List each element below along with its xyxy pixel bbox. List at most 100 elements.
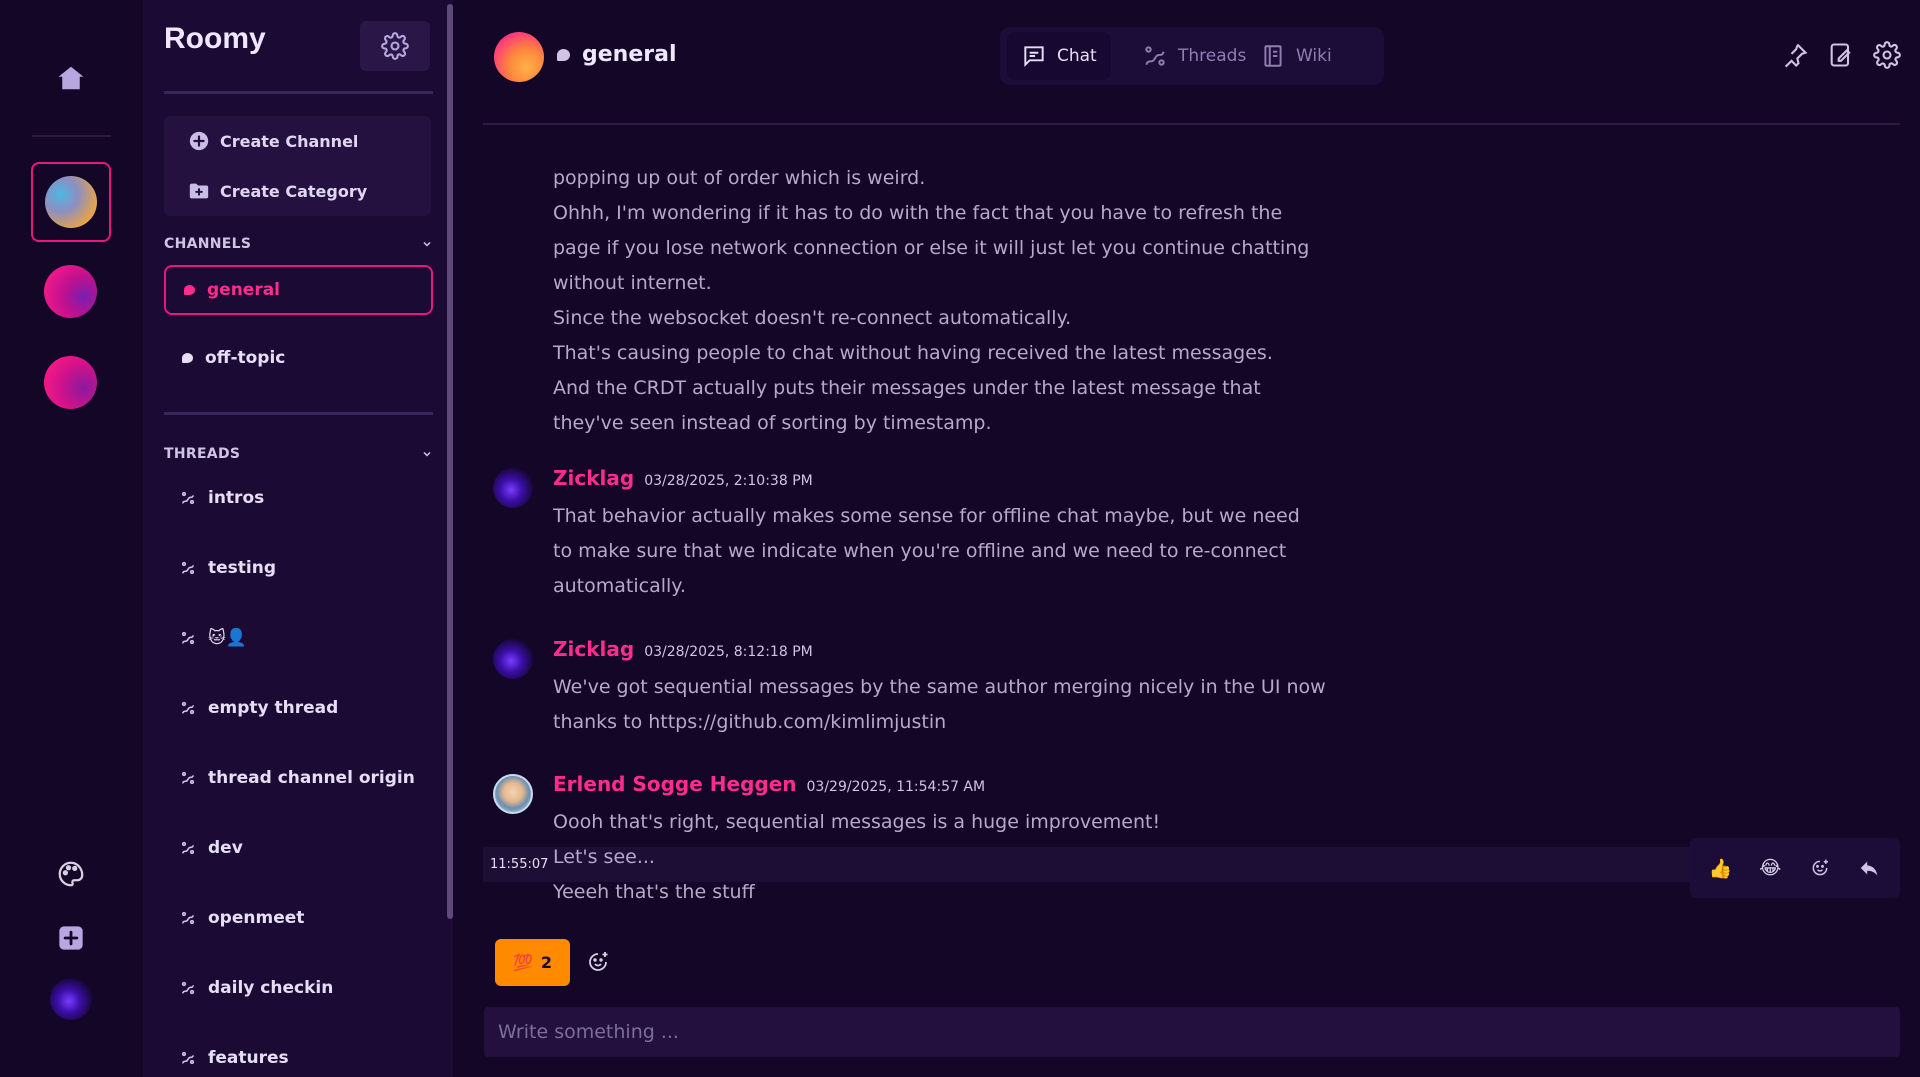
- message-line: Ohhh, I'm wondering if it has to do with…: [553, 202, 1283, 224]
- thread-label: dev: [208, 838, 243, 858]
- message-header: Erlend Sogge Heggen 03/29/2025, 11:54:57 …: [553, 772, 985, 796]
- message-line: Let's see...: [553, 846, 655, 868]
- message-header: Zicklag 03/28/2025, 2:10:38 PM: [553, 466, 813, 490]
- message-line: We've got sequential messages by the sam…: [553, 676, 1326, 698]
- theme-button[interactable]: [56, 859, 86, 889]
- thread-item[interactable]: thread channel origin: [164, 758, 433, 798]
- message-hover-toolbar: 👍 😂: [1690, 838, 1900, 898]
- channel-item-general[interactable]: general: [164, 265, 433, 315]
- thread-item[interactable]: empty thread: [164, 688, 433, 728]
- channel-label: off-topic: [205, 348, 286, 368]
- channel-actions: Create Channel Create Category: [164, 116, 431, 216]
- author-name[interactable]: Zicklag: [553, 466, 634, 490]
- add-reaction-button[interactable]: [1802, 850, 1838, 886]
- thumbs-up-reaction-button[interactable]: 👍: [1703, 850, 1739, 886]
- message-line: Yeeeh that's the stuff: [553, 881, 755, 903]
- message-header: Zicklag 03/28/2025, 8:12:18 PM: [553, 637, 813, 661]
- threads-section-header[interactable]: THREADS: [164, 443, 433, 465]
- message-composer[interactable]: [484, 1007, 1900, 1057]
- message-line: And the CRDT actually puts their message…: [553, 377, 1261, 399]
- reply-icon: [1861, 861, 1878, 876]
- gear-icon: [381, 32, 409, 60]
- author-avatar[interactable]: [493, 774, 533, 814]
- reaction-emoji: 💯: [512, 953, 533, 972]
- thread-icon: [181, 701, 195, 715]
- space-button-active[interactable]: [31, 162, 111, 242]
- thread-icon: [181, 561, 195, 575]
- space-button[interactable]: [44, 265, 97, 318]
- hover-timestamp: 11:55:07: [490, 857, 549, 872]
- plus-circle-icon: [189, 131, 209, 151]
- space-settings-button[interactable]: [360, 21, 430, 71]
- thread-item[interactable]: daily checkin: [164, 968, 433, 1008]
- home-button[interactable]: [51, 58, 91, 98]
- thread-item[interactable]: features: [164, 1038, 433, 1077]
- palette-icon: [58, 861, 84, 887]
- channels-heading: CHANNELS: [164, 236, 252, 252]
- thread-label: thread channel origin: [208, 768, 415, 788]
- create-channel-button[interactable]: Create Channel: [188, 123, 358, 159]
- laugh-reaction-button[interactable]: 😂: [1752, 850, 1788, 886]
- app-name: Roomy: [164, 22, 266, 55]
- space-button[interactable]: [44, 356, 97, 409]
- author-avatar[interactable]: [493, 639, 533, 679]
- create-channel-label: Create Channel: [220, 131, 359, 151]
- reaction-badge[interactable]: 💯 2: [495, 939, 570, 986]
- sidebar-divider: [164, 412, 433, 415]
- chat-main: general Chat Threads Wiki ‍: [453, 0, 1920, 1077]
- space-rail: [0, 0, 143, 1077]
- add-reaction-inline-button[interactable]: [586, 950, 612, 976]
- author-name[interactable]: Zicklag: [553, 637, 634, 661]
- message-line: thanks to https://github.com/kimlimjusti…: [553, 711, 947, 733]
- author-name[interactable]: Erlend Sogge Heggen: [553, 772, 797, 796]
- message-input[interactable]: [498, 1007, 1886, 1057]
- thread-label: daily checkin: [208, 978, 334, 998]
- thread-label: empty thread: [208, 698, 339, 718]
- thread-icon: [181, 631, 195, 645]
- reaction-count: 2: [540, 953, 553, 972]
- thread-item[interactable]: testing: [164, 548, 433, 588]
- message-line: without internet.: [553, 272, 712, 294]
- message-line: page if you lose network connection or e…: [553, 237, 1310, 259]
- add-space-button[interactable]: [57, 924, 85, 952]
- message-line: they've seen instead of sorting by times…: [553, 412, 992, 434]
- channel-label: general: [207, 280, 281, 300]
- reply-button[interactable]: [1851, 850, 1887, 886]
- message-line: Oooh that's right, sequential messages i…: [553, 811, 1161, 833]
- thread-icon: [181, 491, 195, 505]
- message-timestamp: 03/28/2025, 2:10:38 PM: [644, 473, 813, 489]
- home-icon: [58, 66, 84, 90]
- message-line: automatically.: [553, 575, 686, 597]
- message-timestamp: 03/28/2025, 8:12:18 PM: [644, 644, 813, 660]
- message-line: That behavior actually makes some sense …: [553, 505, 1300, 527]
- chat-bubble-icon: [184, 285, 195, 295]
- thread-label: testing: [208, 558, 276, 578]
- chat-bubble-icon: [182, 353, 193, 363]
- thread-label: openmeet: [208, 908, 305, 928]
- folder-plus-icon: [189, 183, 209, 199]
- thread-label: intros: [208, 488, 265, 508]
- thread-icon: [181, 981, 195, 995]
- thread-icon: [181, 771, 195, 785]
- thread-icon: [181, 1051, 195, 1065]
- chevron-down-icon: [423, 451, 431, 457]
- thread-item[interactable]: 🐱👤: [164, 618, 433, 658]
- user-avatar[interactable]: [50, 978, 92, 1020]
- sidebar: Roomy Create Channel Create Category CHA…: [143, 0, 453, 1077]
- message-timestamp: 03/29/2025, 11:54:57 AM: [806, 779, 986, 795]
- plus-icon: [59, 926, 83, 950]
- message-list: ‍ popping up out of order which is weird…: [453, 0, 1920, 1000]
- thread-item[interactable]: dev: [164, 828, 433, 868]
- author-avatar[interactable]: [493, 468, 533, 508]
- add-emoji-icon: [589, 952, 608, 971]
- message-line: popping up out of order which is weird.: [553, 167, 926, 189]
- create-category-button[interactable]: Create Category: [188, 173, 367, 209]
- channels-section-header[interactable]: CHANNELS: [164, 233, 433, 255]
- channel-item-off-topic[interactable]: off-topic: [164, 333, 433, 383]
- chevron-down-icon: [423, 241, 431, 247]
- create-category-label: Create Category: [220, 181, 368, 201]
- thread-item[interactable]: intros: [164, 478, 433, 518]
- thread-icon: [181, 911, 195, 925]
- add-emoji-icon: [1812, 859, 1828, 876]
- thread-item[interactable]: openmeet: [164, 898, 433, 938]
